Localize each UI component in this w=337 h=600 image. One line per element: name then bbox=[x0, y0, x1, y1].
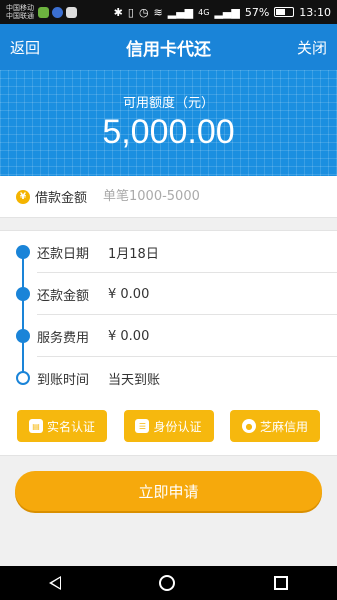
detail-row-arrival-time: 到账时间 当天到账 bbox=[0, 357, 337, 399]
timeline-dot bbox=[16, 329, 30, 343]
bluetooth-icon: ✱ bbox=[113, 5, 123, 19]
detail-value: ¥ 0.00 bbox=[108, 286, 150, 302]
detail-row-repayment-date: 还款日期 1月18日 bbox=[0, 231, 337, 273]
wifi-icon: ≋ bbox=[153, 5, 163, 19]
auth-button-label: 实名认证 bbox=[46, 419, 95, 434]
loan-amount-label: 借款金额 bbox=[35, 191, 88, 206]
sesame-credit-button[interactable]: ● 芝麻信用 bbox=[230, 410, 320, 442]
detail-label: 服务费用 bbox=[37, 330, 90, 346]
timeline-dot bbox=[16, 245, 30, 259]
alarm-icon: ◷ bbox=[138, 5, 149, 19]
detail-label: 到账时间 bbox=[37, 372, 90, 388]
detail-value: ¥ 0.00 bbox=[108, 328, 150, 344]
verification-buttons: ▤ 实名认证 ☰ 身份认证 ● 芝麻信用 bbox=[17, 410, 320, 444]
id-card-icon: ▤ bbox=[28, 419, 43, 433]
yen-coin-icon: ¥ bbox=[16, 189, 30, 204]
identity-auth-button[interactable]: ☰ 身份认证 bbox=[123, 410, 214, 442]
identity-icon: ☰ bbox=[135, 419, 150, 433]
battery-percent: 57% bbox=[244, 5, 270, 19]
status-bar: 中国移动 中国联通 ✱ ▯ ◷ ≋ ▂▄▆ 4G ▂▄▆ 57% 13:10 bbox=[0, 0, 337, 24]
available-limit-panel: 可用额度（元） 5,000.00 bbox=[0, 70, 337, 176]
auth-button-label: 身份认证 bbox=[153, 419, 202, 434]
detail-row-service-fee: 服务费用 ¥ 0.00 bbox=[0, 315, 337, 357]
carrier-line-1: 中国移动 bbox=[6, 4, 34, 12]
auth-button-label: 芝麻信用 bbox=[259, 419, 308, 434]
back-button[interactable]: 返回 bbox=[10, 37, 40, 58]
apply-now-button[interactable]: 立即申请 bbox=[15, 471, 322, 511]
app-notification-icon bbox=[52, 6, 63, 18]
detail-value: 1月18日 bbox=[108, 246, 159, 262]
timeline-dot bbox=[16, 287, 30, 301]
sesame-credit-icon: ● bbox=[241, 419, 256, 433]
app-notification-icon bbox=[38, 6, 49, 18]
real-name-auth-button[interactable]: ▤ 实名认证 bbox=[17, 410, 107, 442]
carrier-info: 中国移动 中国联通 bbox=[6, 4, 34, 20]
status-right: ✱ ▯ ◷ ≋ ▂▄▆ 4G ▂▄▆ 57% 13:10 bbox=[114, 6, 331, 19]
loan-amount-input[interactable] bbox=[103, 189, 284, 204]
app-notification-icon bbox=[66, 6, 77, 18]
available-limit-amount: 5,000.00 bbox=[102, 113, 235, 151]
detail-value: 当天到账 bbox=[108, 372, 161, 388]
loan-amount-row: ¥ 借款金额 bbox=[0, 176, 337, 218]
network-type: 4G bbox=[198, 7, 210, 17]
detail-row-repayment-amount: 还款金额 ¥ 0.00 bbox=[0, 273, 337, 315]
close-button[interactable]: 关闭 bbox=[297, 37, 327, 58]
vibrate-icon: ▯ bbox=[127, 5, 134, 19]
back-triangle-icon[interactable] bbox=[49, 576, 62, 590]
home-circle-icon[interactable] bbox=[159, 575, 176, 591]
page-title: 信用卡代还 bbox=[126, 39, 211, 60]
system-nav-bar bbox=[0, 566, 337, 600]
detail-label: 还款金额 bbox=[37, 288, 90, 304]
timeline-dot-hollow bbox=[16, 371, 30, 385]
battery-icon bbox=[274, 7, 295, 17]
clock: 13:10 bbox=[299, 5, 331, 19]
signal-icon: ▂▄▆ bbox=[214, 5, 240, 19]
available-limit-label: 可用额度（元） bbox=[122, 96, 214, 111]
recents-square-icon[interactable] bbox=[273, 576, 288, 590]
nav-bar: 返回 信用卡代还 关闭 bbox=[0, 24, 337, 70]
carrier-line-2: 中国联通 bbox=[6, 12, 34, 20]
detail-label: 还款日期 bbox=[37, 246, 90, 262]
signal-icon: ▂▄▆ bbox=[167, 5, 194, 19]
notification-icons bbox=[38, 6, 77, 18]
